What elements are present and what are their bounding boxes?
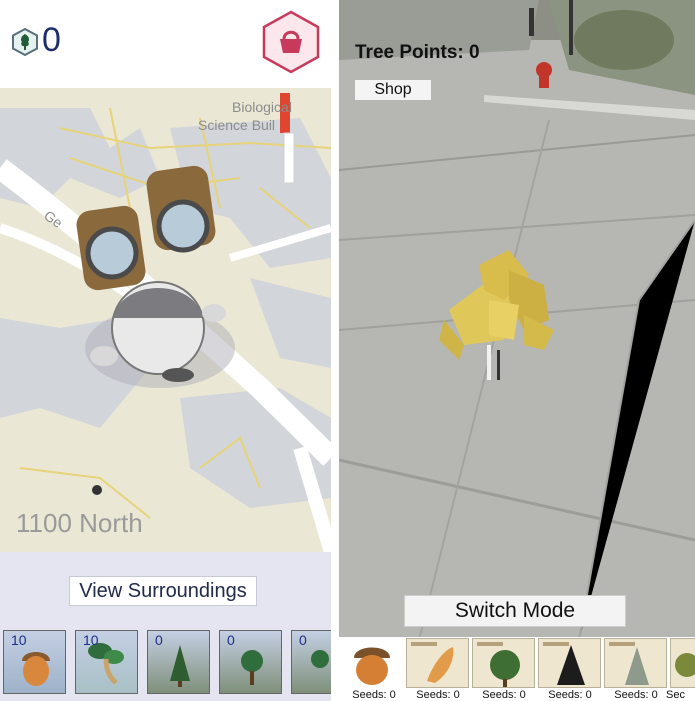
inventory-slot-leafy[interactable]: 0 [219,630,282,694]
inventory-count: 0 [227,632,235,648]
seed-inventory-tray: 10 10 0 0 0 [3,630,331,696]
map-label-science-building: Science Buil [198,117,276,133]
seeds-count: Seeds: 0 [352,689,396,701]
seeds-count: Seeds: 0 [614,689,658,701]
seed-card-leaf[interactable] [406,638,469,688]
shop-button[interactable]: Shop [355,80,431,100]
conifer-card-icon [543,642,585,685]
switch-mode-button[interactable]: Switch Mode [404,595,626,627]
inventory-count: 0 [299,632,307,648]
seeds-count: Seeds: 0 [416,689,460,701]
inventory-slot-sprout[interactable]: 10 [75,630,138,694]
inventory-slot-pine[interactable]: 0 [147,630,210,694]
inventory-slot-acorn[interactable]: 10 [3,630,66,694]
screenshot-root: 0 Biological Science Buil Ge 1100 North … [0,0,695,701]
map-background [0,88,331,552]
spruce-card-icon [609,642,649,685]
map-label-1100-north: 1100 North [16,508,143,538]
ar-mode-screen: Tree Points: 0 Shop Switch Mode Seeds: 0… [339,0,695,701]
inventory-count: 10 [11,632,27,648]
inventory-count: 10 [83,632,99,648]
seeds-count: Seeds: 0 [482,689,526,701]
seeds-count: Sec [666,689,685,701]
seed-card-acorn[interactable] [342,638,405,688]
map-label-biological: Biological [232,99,292,115]
seed-card-round-tree[interactable] [472,638,535,688]
map-view[interactable]: Biological Science Buil Ge 1100 North [0,88,331,552]
tree-card-icon [675,653,695,677]
inventory-slot-tree[interactable]: 0 [291,630,331,694]
tree-points-count: 0 [42,21,61,59]
round-tree-card-icon [477,642,520,687]
map-mode-screen: 0 Biological Science Buil Ge 1100 North … [0,0,331,701]
seed-card-spruce[interactable] [604,638,667,688]
leaf-card-icon [411,642,454,683]
view-surroundings-button[interactable]: View Surroundings [69,576,257,606]
seeds-count: Seeds: 0 [548,689,592,701]
inventory-count: 0 [155,632,163,648]
tree-points-label: Tree Points: 0 [355,42,480,63]
tree-hexagon-icon [12,28,38,56]
tree-icon [311,650,329,668]
seed-card-tray: Seeds: 0 Seeds: 0 Seeds: 0 Seeds: 0 Seed… [339,637,695,701]
seed-card-tree[interactable] [670,638,695,688]
seed-card-conifer[interactable] [538,638,601,688]
map-bottom-panel: View Surroundings 10 10 0 0 0 [0,552,331,701]
acorn-icon [354,647,390,685]
shopping-basket-hexagon-icon[interactable] [262,10,320,74]
map-top-bar: 0 [0,0,331,88]
